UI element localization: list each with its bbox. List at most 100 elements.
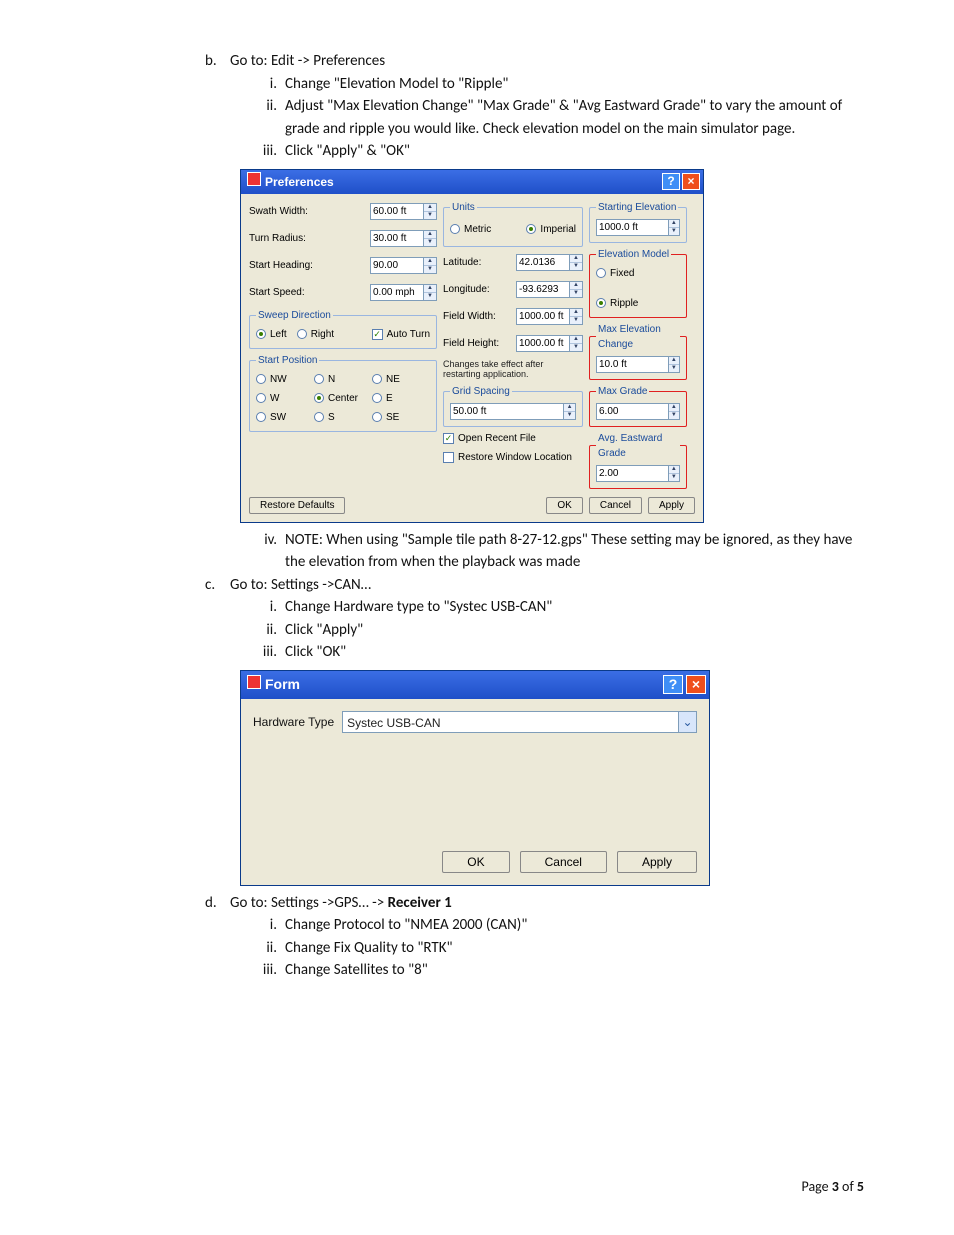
- col-middle: Units Metric Imperial Latitude: ▲▼ Longi…: [443, 200, 583, 489]
- close-icon[interactable]: ×: [686, 675, 706, 694]
- sweep-right-radio[interactable]: Right: [297, 327, 334, 342]
- start-heading-spinner[interactable]: ▲▼: [370, 257, 437, 274]
- grid-spacing-spinner[interactable]: ▲▼: [450, 403, 576, 420]
- list-item-c-iii: iii. Click "OK": [255, 641, 864, 664]
- elevation-model-group: Elevation Model Fixed Ripple: [589, 247, 687, 318]
- aeg-spinner[interactable]: ▲▼: [596, 465, 680, 482]
- field-height-spinner[interactable]: ▲▼: [516, 335, 583, 352]
- text: Click "OK": [285, 641, 864, 664]
- app-icon: [247, 172, 261, 186]
- sp-ne[interactable]: NE: [372, 372, 430, 387]
- apply-button[interactable]: Apply: [648, 497, 695, 514]
- chevron-down-icon[interactable]: ⌄: [678, 712, 696, 732]
- latitude-input[interactable]: [516, 254, 570, 271]
- restore-window-check[interactable]: Restore Window Location: [443, 450, 583, 465]
- start-speed-label: Start Speed:: [249, 285, 366, 300]
- list-item-d-ii: ii. Change Fix Quality to "RTK": [255, 937, 864, 960]
- marker: c.: [205, 574, 230, 597]
- avg-eastward-grade-group: Avg. Eastward Grade ▲▼: [589, 431, 687, 489]
- list-item-c-ii: ii. Click "Apply": [255, 619, 864, 642]
- field-width-input[interactable]: [516, 308, 570, 325]
- apply-button[interactable]: Apply: [617, 851, 697, 873]
- start-speed-input[interactable]: [370, 284, 424, 301]
- mec-spinner[interactable]: ▲▼: [596, 356, 680, 373]
- starting-elevation-input[interactable]: [596, 219, 669, 236]
- document-body: b. Go to: Edit -> Preferences i. Change …: [100, 50, 864, 982]
- list-item-d: d. Go to: Settings ->GPS… -> Receiver 1: [205, 892, 864, 915]
- swath-width-input[interactable]: [370, 203, 424, 220]
- marker: ii.: [255, 937, 285, 960]
- restore-defaults-button[interactable]: Restore Defaults: [249, 497, 345, 514]
- marker: i.: [255, 596, 285, 619]
- page-current: 3: [832, 1178, 839, 1195]
- ok-button[interactable]: OK: [442, 851, 509, 873]
- text: Go to: Settings ->GPS… -> Receiver 1: [230, 892, 864, 915]
- hardware-type-value: Systec USB-CAN: [343, 712, 678, 732]
- help-icon[interactable]: ?: [662, 173, 680, 190]
- mg-input[interactable]: [596, 403, 669, 420]
- sp-nw[interactable]: NW: [256, 372, 314, 387]
- up-icon[interactable]: ▲: [424, 204, 436, 212]
- close-icon[interactable]: ×: [682, 173, 700, 190]
- text: Change Hardware type to "Systec USB-CAN": [285, 596, 864, 619]
- cancel-button[interactable]: Cancel: [520, 851, 607, 873]
- page-footer: Page 3 of 5: [802, 1178, 864, 1195]
- units-imperial-radio[interactable]: Imperial: [526, 222, 576, 237]
- turn-radius-input[interactable]: [370, 230, 424, 247]
- page-mid: of: [839, 1178, 857, 1195]
- mec-input[interactable]: [596, 356, 669, 373]
- start-speed-spinner[interactable]: ▲▼: [370, 284, 437, 301]
- sp-e[interactable]: E: [372, 391, 430, 406]
- grid-spacing-input[interactable]: [450, 403, 564, 420]
- marker: ii.: [255, 95, 285, 140]
- aeg-input[interactable]: [596, 465, 669, 482]
- start-heading-input[interactable]: [370, 257, 424, 274]
- starting-elevation-group: Starting Elevation ▲▼: [589, 200, 687, 243]
- mg-spinner[interactable]: ▲▼: [596, 403, 680, 420]
- cancel-button[interactable]: Cancel: [589, 497, 642, 514]
- max-grade-group: Max Grade ▲▼: [589, 384, 687, 427]
- field-width-spinner[interactable]: ▲▼: [516, 308, 583, 325]
- latitude-label: Latitude:: [443, 255, 512, 270]
- title-text: Form: [265, 676, 300, 692]
- longitude-input[interactable]: [516, 281, 570, 298]
- sp-w[interactable]: W: [256, 391, 314, 406]
- start-heading-label: Start Heading:: [249, 258, 366, 273]
- title-text: Preferences: [265, 175, 334, 189]
- list-item-d-iii: iii. Change Satellites to "8": [255, 959, 864, 982]
- units-metric-radio[interactable]: Metric: [450, 222, 491, 237]
- field-height-input[interactable]: [516, 335, 570, 352]
- sweep-direction-group: Sweep Direction Left Right Auto Turn: [249, 308, 437, 349]
- text: Go to: Settings ->CAN…: [230, 574, 864, 597]
- restart-note: Changes take effect after restarting app…: [443, 359, 583, 381]
- hardware-type-label: Hardware Type: [253, 713, 334, 731]
- marker: i.: [255, 914, 285, 937]
- hardware-type-combo[interactable]: Systec USB-CAN ⌄: [342, 711, 697, 733]
- help-icon[interactable]: ?: [663, 675, 683, 694]
- marker: iii.: [255, 641, 285, 664]
- sp-se[interactable]: SE: [372, 410, 430, 425]
- sweep-left-radio[interactable]: Left: [256, 327, 287, 342]
- em-fixed-radio[interactable]: Fixed: [596, 266, 680, 281]
- swath-width-label: Swath Width:: [249, 204, 366, 219]
- sp-n[interactable]: N: [314, 372, 372, 387]
- down-icon[interactable]: ▼: [424, 212, 436, 219]
- marker: iii.: [255, 140, 285, 163]
- sp-sw[interactable]: SW: [256, 410, 314, 425]
- sp-s[interactable]: S: [314, 410, 372, 425]
- longitude-spinner[interactable]: ▲▼: [516, 281, 583, 298]
- ok-button[interactable]: OK: [546, 497, 582, 514]
- starting-elevation-spinner[interactable]: ▲▼: [596, 219, 680, 236]
- latitude-spinner[interactable]: ▲▼: [516, 254, 583, 271]
- open-recent-check[interactable]: Open Recent File: [443, 431, 583, 446]
- text-pre: Go to: Settings ->GPS… ->: [230, 894, 388, 912]
- turn-radius-spinner[interactable]: ▲▼: [370, 230, 437, 247]
- sp-c[interactable]: Center: [314, 391, 372, 406]
- em-ripple-radio[interactable]: Ripple: [596, 296, 680, 311]
- grid-spacing-group: Grid Spacing ▲▼: [443, 384, 583, 427]
- swath-width-spinner[interactable]: ▲▼: [370, 203, 437, 220]
- auto-turn-check[interactable]: Auto Turn: [372, 327, 430, 342]
- sweep-legend: Sweep Direction: [256, 308, 333, 323]
- field-width-label: Field Width:: [443, 309, 512, 324]
- col-left: Swath Width: ▲▼ Turn Radius: ▲▼ Start He…: [249, 200, 437, 489]
